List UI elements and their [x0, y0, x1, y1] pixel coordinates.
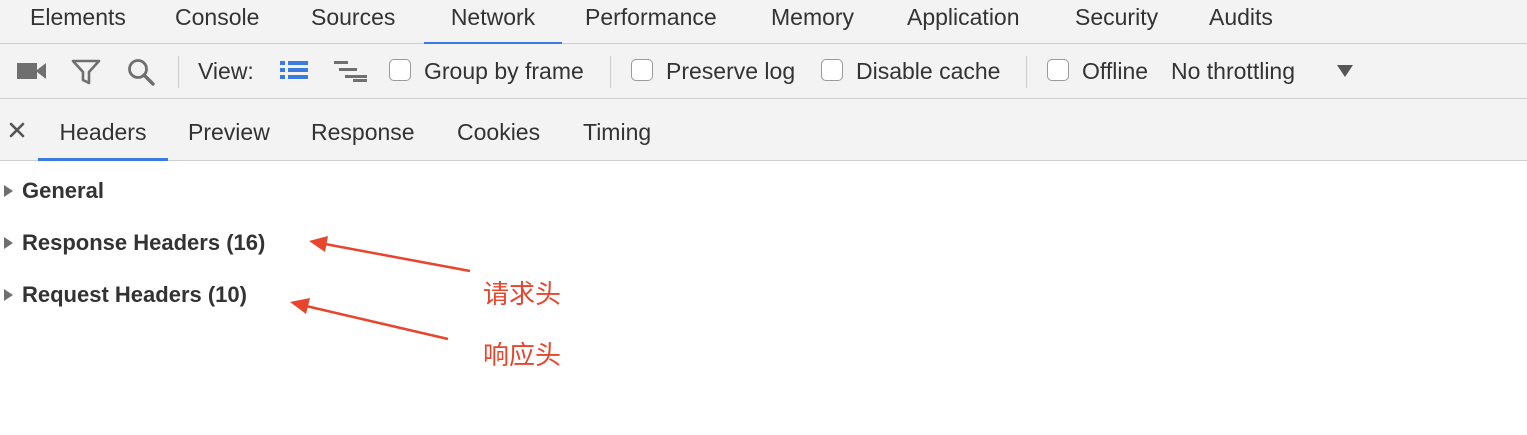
- annotation-label-second: 响应头: [483, 341, 562, 371]
- annotation-arrow-request: [290, 298, 449, 341]
- annotation-label-first: 请求头: [483, 280, 562, 310]
- annotation-arrow-response: [309, 236, 471, 273]
- annotation-arrows: [290, 236, 471, 341]
- devtools-window: Elements Console Sources Network Perform…: [0, 0, 1527, 435]
